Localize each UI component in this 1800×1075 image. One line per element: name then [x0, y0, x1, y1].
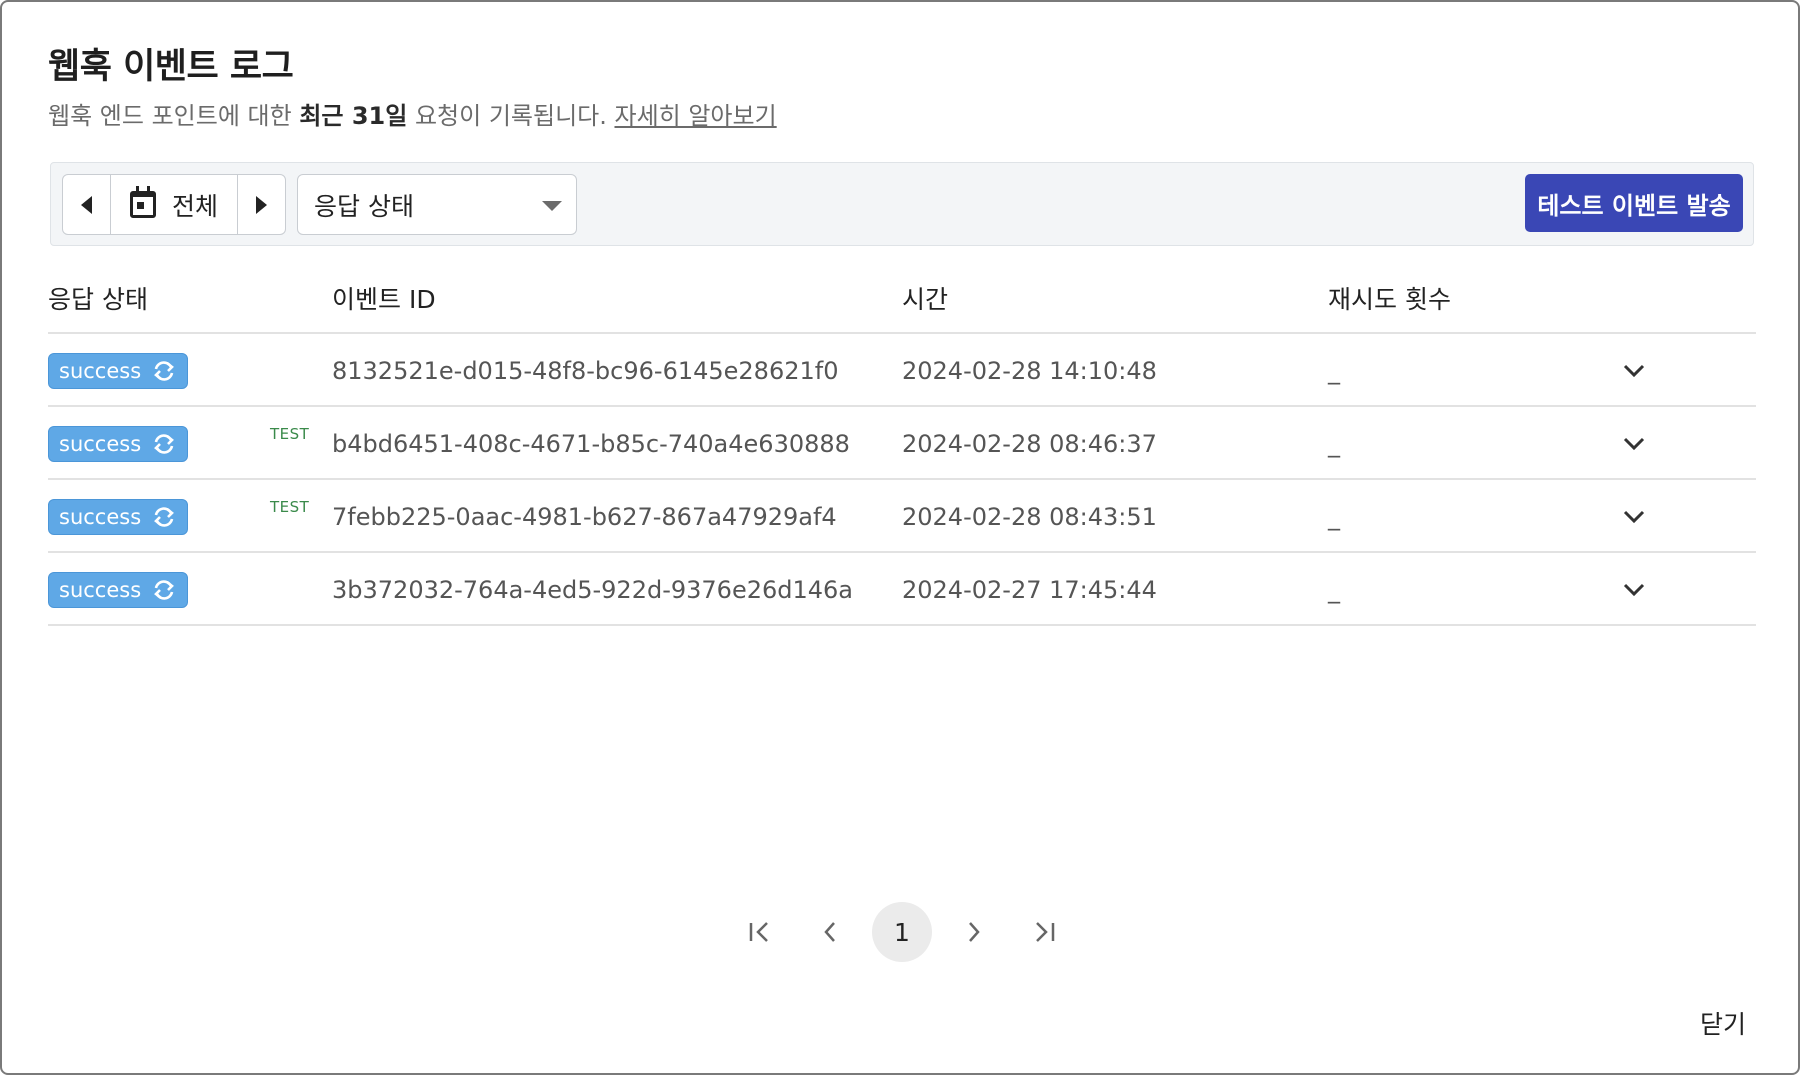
retry-sync-icon — [154, 579, 175, 600]
first-page-icon — [749, 922, 768, 942]
table-row[interactable]: success 3b372032-764a-4ed5-922d-9376e26d… — [48, 553, 1756, 626]
table-row[interactable]: success 8132521e-d015-48f8-bc96-6145e286… — [48, 334, 1756, 407]
time-cell: 2024-02-28 08:46:37 — [902, 429, 1157, 458]
event-id-cell: 3b372032-764a-4ed5-922d-9376e26d146a — [332, 575, 853, 604]
status-badge[interactable]: success — [48, 498, 189, 535]
header-retries: 재시도 횟수 — [1328, 285, 1451, 314]
header-event-id: 이벤트 ID — [332, 285, 436, 314]
event-id-cell: 7febb225-0aac-4981-b627-867a47929af4 — [332, 502, 837, 531]
retries-cell: _ — [1328, 575, 1340, 604]
close-button[interactable]: 닫기 — [1700, 1005, 1746, 1041]
retries-cell: _ — [1328, 429, 1340, 458]
status-filter-select[interactable]: 응답 상태 — [297, 174, 577, 235]
subtitle-text-end: 요청이 기록됩니다. — [407, 102, 615, 130]
pagination: 1 — [2, 902, 1798, 962]
date-range-picker: 전체 — [62, 174, 286, 235]
chevron-left-icon — [824, 922, 835, 942]
status-badge-label: success — [59, 358, 142, 383]
status-badge-label: success — [59, 431, 142, 456]
webhook-log-modal: 웹훅 이벤트 로그 웹훅 엔드 포인트에 대한 최근 31일 요청이 기록됩니다… — [0, 0, 1800, 1075]
last-page-icon — [1036, 922, 1055, 942]
expand-row-button[interactable] — [1622, 407, 1646, 480]
table-header: 응답 상태 이벤트 ID 시간 재시도 횟수 — [48, 280, 1756, 334]
dropdown-arrow-icon — [542, 201, 562, 211]
chevron-down-icon — [1623, 364, 1645, 377]
status-cell: success — [48, 334, 189, 407]
status-badge[interactable]: success — [48, 571, 189, 608]
first-page-button[interactable] — [730, 902, 790, 962]
header-time: 시간 — [902, 285, 949, 314]
retries-cell: _ — [1328, 502, 1340, 531]
date-prev-button[interactable] — [63, 175, 110, 234]
last-page-button[interactable] — [1014, 902, 1074, 962]
status-filter-value: 응답 상태 — [314, 191, 414, 221]
test-tag: TEST — [270, 425, 310, 443]
send-test-event-button[interactable]: 테스트 이벤트 발송 — [1525, 174, 1743, 232]
prev-page-button[interactable] — [800, 902, 860, 962]
calendar-icon — [129, 186, 156, 218]
status-badge[interactable]: success — [48, 352, 189, 389]
time-cell: 2024-02-28 14:10:48 — [902, 356, 1157, 385]
status-cell: success — [48, 407, 189, 480]
expand-row-button[interactable] — [1622, 334, 1646, 407]
retries-cell: _ — [1328, 356, 1340, 385]
status-badge[interactable]: success — [48, 425, 189, 462]
modal-title: 웹훅 이벤트 로그 — [48, 47, 294, 87]
retry-sync-icon — [154, 506, 175, 527]
chevron-down-icon — [1623, 510, 1645, 523]
page-1-button[interactable]: 1 — [872, 902, 932, 962]
table-row[interactable]: success TEST b4bd6451-408c-4671-b85c-740… — [48, 407, 1756, 480]
learn-more-link[interactable]: 자세히 알아보기 — [614, 102, 776, 130]
status-cell: success — [48, 553, 189, 626]
header-status: 응답 상태 — [48, 285, 148, 314]
caret-right-icon — [256, 195, 267, 214]
date-next-button[interactable] — [238, 175, 285, 234]
status-badge-label: success — [59, 577, 142, 602]
expand-row-button[interactable] — [1622, 553, 1646, 626]
time-cell: 2024-02-28 08:43:51 — [902, 502, 1157, 531]
date-range-button[interactable]: 전체 — [110, 175, 238, 234]
modal-subtitle: 웹훅 엔드 포인트에 대한 최근 31일 요청이 기록됩니다. 자세히 알아보기 — [48, 96, 777, 131]
expand-row-button[interactable] — [1622, 480, 1646, 553]
time-cell: 2024-02-27 17:45:44 — [902, 575, 1157, 604]
status-cell: success — [48, 480, 189, 553]
subtitle-text: 웹훅 엔드 포인트에 대한 — [48, 102, 300, 130]
event-id-cell: b4bd6451-408c-4671-b85c-740a4e630888 — [332, 429, 850, 458]
event-id-cell: 8132521e-d015-48f8-bc96-6145e28621f0 — [332, 356, 839, 385]
chevron-down-icon — [1623, 583, 1645, 596]
chevron-down-icon — [1623, 437, 1645, 450]
caret-left-icon — [81, 195, 92, 214]
date-range-label: 전체 — [171, 191, 218, 221]
retry-sync-icon — [154, 360, 175, 381]
next-page-button[interactable] — [944, 902, 1004, 962]
retry-sync-icon — [154, 433, 175, 454]
subtitle-emphasis: 최근 31일 — [299, 102, 408, 130]
filter-toolbar: 전체 응답 상태 테스트 이벤트 발송 — [50, 162, 1754, 246]
test-tag: TEST — [270, 498, 310, 516]
chevron-right-icon — [969, 922, 980, 942]
table-row[interactable]: success TEST 7febb225-0aac-4981-b627-867… — [48, 480, 1756, 553]
status-badge-label: success — [59, 504, 142, 529]
